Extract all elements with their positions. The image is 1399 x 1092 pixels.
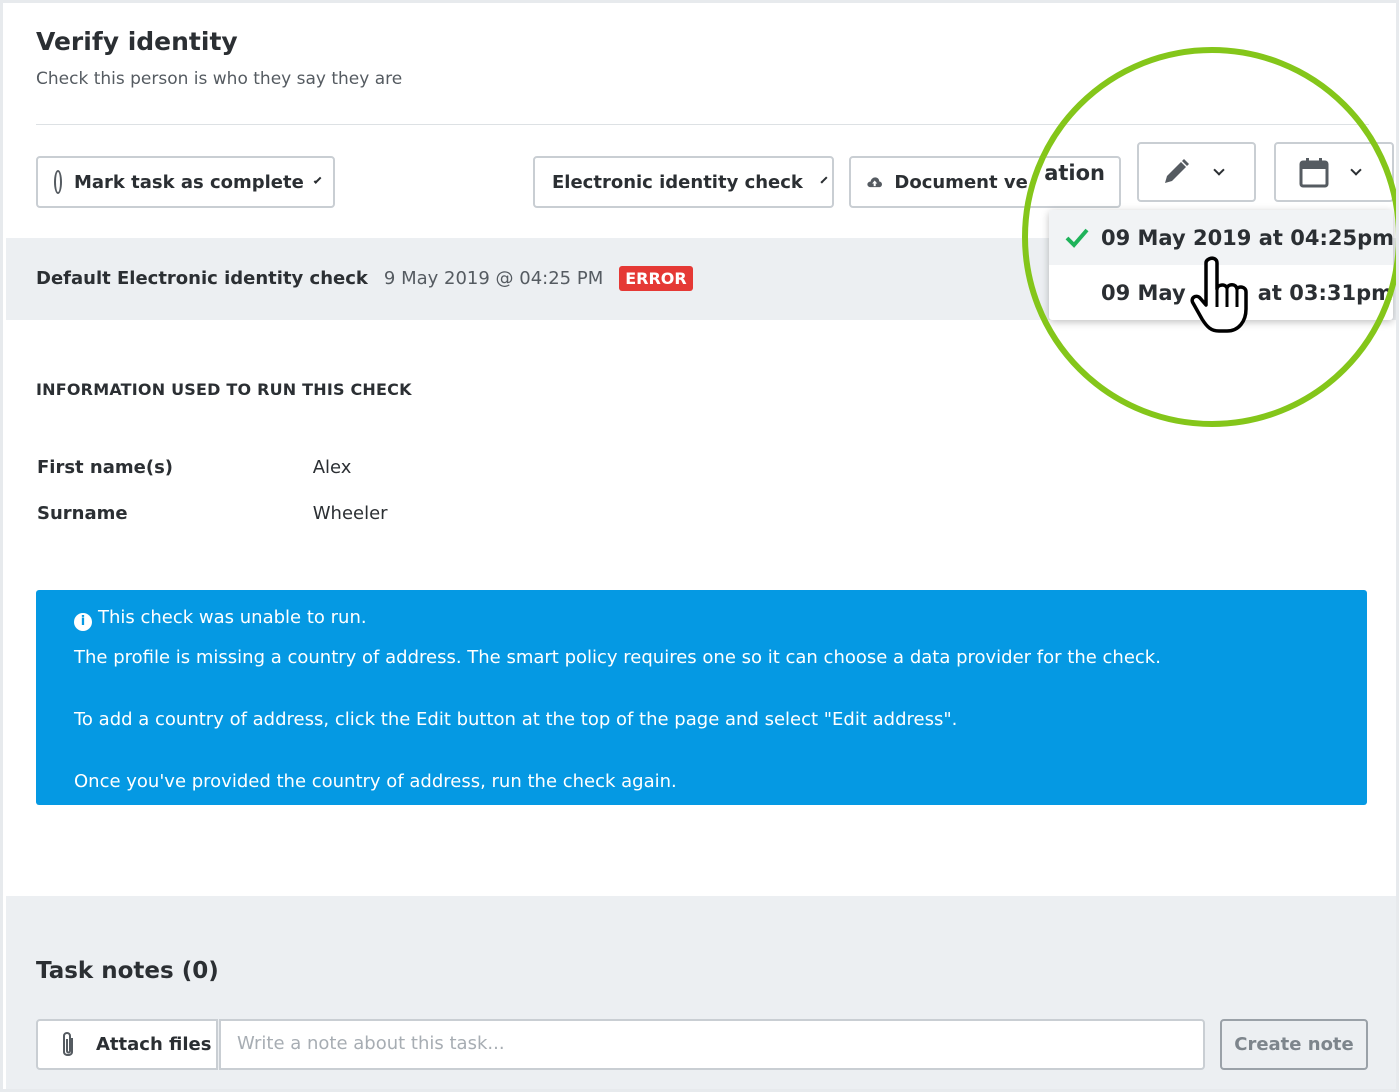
field-label: First name(s)	[37, 457, 174, 478]
alert-heading-row: i This check was unable to run.	[74, 604, 1329, 632]
dropdown-item-label: 09 May 2019 at 04:25pm	[1101, 225, 1393, 250]
field-row-surname: Surname Wheeler	[37, 503, 388, 524]
check-date: 9 May 2019 @ 04:25 PM	[383, 268, 604, 289]
document-label-right: ation	[1044, 161, 1105, 185]
page-title: Verify identity	[36, 27, 238, 56]
alert-heading: This check was unable to run.	[98, 607, 367, 628]
check-history-dropdown: 09 May 2019 at 04:25pm 09 May at 03:31pm	[1049, 210, 1393, 320]
dropdown-item-label-left: 09 May	[1101, 280, 1186, 305]
alert-line-1: The profile is missing a country of addr…	[74, 647, 1161, 668]
page-frame: Verify identity Check this person is who…	[0, 0, 1399, 1092]
electronic-check-button[interactable]: Electronic identity check	[533, 156, 834, 208]
field-value: Wheeler	[312, 503, 388, 524]
field-label: Surname	[37, 503, 128, 524]
info-section-label: INFORMATION USED TO RUN THIS CHECK	[36, 380, 412, 399]
checkmark-icon	[1065, 228, 1089, 248]
dropdown-item-selected[interactable]: 09 May 2019 at 04:25pm	[1049, 210, 1393, 265]
dropdown-item[interactable]: 09 May at 03:31pm	[1049, 265, 1393, 320]
paperclip-icon	[63, 1031, 73, 1056]
calendar-icon	[1299, 158, 1329, 188]
document-verification-button[interactable]: Document ve ation	[849, 156, 1121, 208]
alert-line-3: Once you've provided the country of addr…	[74, 771, 677, 792]
chevron-down-icon	[1213, 163, 1225, 176]
document-label-left: Document ve	[894, 171, 1028, 193]
note-input[interactable]	[219, 1019, 1205, 1070]
page-header: Verify identity Check this person is who…	[36, 27, 402, 89]
field-row-first-name: First name(s) Alex	[37, 457, 351, 478]
page-subtitle: Check this person is who they say they a…	[36, 69, 403, 89]
header-divider	[36, 124, 1369, 125]
info-alert: i This check was unable to run. The profi…	[36, 590, 1367, 805]
mark-complete-button[interactable]: Mark task as complete	[36, 156, 335, 208]
cloud-upload-icon	[867, 177, 882, 188]
status-badge: ERROR	[619, 266, 693, 291]
task-notes-title: Task notes (0)	[36, 958, 219, 984]
electronic-check-label: Electronic identity check	[552, 171, 803, 193]
pencil-icon	[1165, 159, 1189, 183]
alert-line-2: To add a country of address, click the E…	[74, 709, 958, 730]
dropdown-item-label-right: at 03:31pm	[1257, 280, 1393, 305]
field-value: Alex	[312, 457, 352, 478]
attach-files-label: Attach files	[96, 1034, 212, 1055]
chevron-down-icon	[313, 175, 322, 184]
mark-complete-label: Mark task as complete	[73, 171, 304, 193]
task-notes-section: Task notes (0) Attach files Create note	[6, 896, 1396, 1089]
create-note-button[interactable]: Create note	[1220, 1019, 1368, 1070]
edit-menu-button[interactable]	[1137, 142, 1256, 202]
chevron-down-icon	[820, 175, 828, 184]
attach-files-button[interactable]: Attach files	[36, 1019, 218, 1070]
chevron-down-icon	[1350, 163, 1362, 176]
info-icon: i	[74, 613, 92, 631]
check-title: Default Electronic identity check	[36, 268, 368, 289]
calendar-menu-button[interactable]	[1274, 142, 1394, 202]
circle-icon	[54, 170, 62, 194]
